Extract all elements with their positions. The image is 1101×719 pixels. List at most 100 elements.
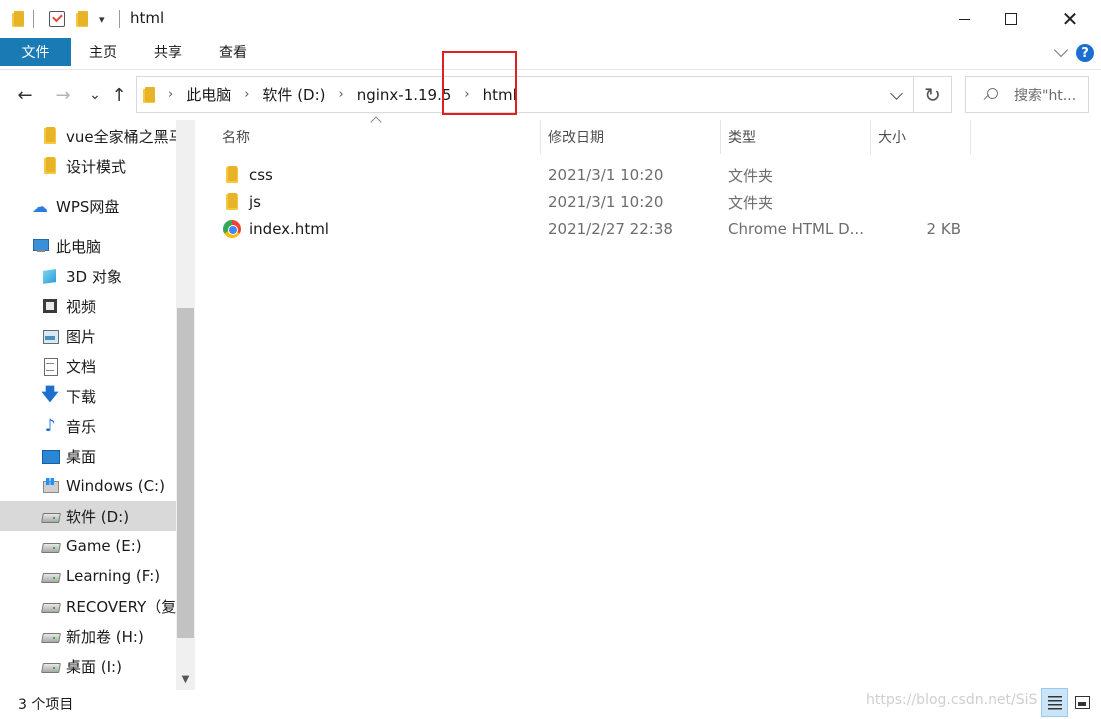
table-row[interactable]: js 2021/3/1 10:20 文件夹 — [216, 189, 976, 215]
sidebar-item-label: vue全家桶之黑马 — [66, 127, 176, 146]
sidebar-item-label: 桌面 (I:) — [66, 657, 122, 676]
document-icon — [41, 357, 59, 376]
breadcrumb-this-pc[interactable]: 此电脑 — [184, 84, 233, 105]
navigation-bar: ← → ⌄ ↑ › 此电脑 › 软件 (D:) › nginx-1.19.5 ›… — [0, 70, 1101, 120]
column-header-name[interactable]: 名称 — [215, 120, 540, 154]
large-icons-view-icon — [1075, 696, 1090, 709]
tab-file[interactable]: 文件 — [0, 38, 71, 66]
sidebar-item-documents[interactable]: 文档 — [0, 351, 176, 381]
table-row[interactable]: index.html 2021/2/27 22:38 Chrome HTML D… — [216, 216, 976, 242]
folder-icon — [223, 193, 241, 211]
pictures-icon — [41, 327, 59, 345]
new-folder-icon[interactable] — [76, 9, 90, 29]
sidebar-item-label: RECOVERY（复 — [66, 597, 176, 616]
sidebar-item-drive-i[interactable]: 桌面 (I:) — [0, 651, 176, 681]
desktop-icon — [41, 447, 60, 465]
file-list: 名称 修改日期 类型 大小 css 2021/3/1 10:20 文件夹 js … — [196, 116, 1101, 690]
details-view-button[interactable] — [1041, 688, 1068, 717]
help-icon: ? — [1076, 44, 1094, 62]
tab-view[interactable]: 查看 — [210, 38, 256, 66]
sidebar-item-wps-cloud[interactable]: ☁ WPS网盘 — [0, 191, 176, 221]
sidebar-item-drive-e[interactable]: Game (E:) — [0, 531, 176, 561]
address-history-chevron-icon[interactable] — [890, 87, 903, 100]
sidebar-item-pictures[interactable]: 图片 — [0, 321, 176, 351]
minimize-button[interactable] — [941, 0, 987, 38]
sidebar-item-label: 文档 — [66, 357, 97, 376]
sidebar-item-music[interactable]: ♪ 音乐 — [0, 411, 176, 441]
folder-icon — [143, 86, 157, 103]
sidebar-item-label: Windows (C:) — [66, 477, 165, 495]
arrow-left-icon: ← — [17, 84, 33, 106]
sidebar-item-recovery[interactable]: RECOVERY（复 — [0, 591, 176, 621]
properties-icon[interactable] — [49, 9, 65, 29]
folder-icon — [41, 127, 56, 145]
folder-icon — [223, 166, 241, 184]
sidebar-item-this-pc[interactable]: 此电脑 — [0, 231, 176, 261]
sidebar-item-drive-d[interactable]: 软件 (D:) — [0, 501, 176, 531]
folder-icon — [12, 9, 26, 29]
scrollbar-thumb[interactable] — [177, 308, 194, 638]
breadcrumb-separator-icon[interactable]: › — [339, 87, 344, 102]
search-input[interactable]: 搜索"ht... — [1014, 85, 1076, 105]
file-date: 2021/3/1 10:20 — [548, 166, 664, 184]
refresh-button[interactable]: ↻ — [914, 76, 952, 113]
expand-ribbon-button[interactable] — [1053, 42, 1069, 58]
customize-toolbar-chevron-icon[interactable]: ▾ — [99, 9, 105, 29]
sidebar-item-videos[interactable]: 视频 — [0, 291, 176, 321]
sidebar-item-design-patterns[interactable]: 设计模式 — [0, 151, 176, 181]
search-box[interactable]: 搜索"ht... — [965, 76, 1089, 113]
sidebar-item-downloads[interactable]: 🡇 下载 — [0, 381, 176, 411]
drive-icon — [41, 567, 59, 585]
drive-icon — [41, 507, 59, 525]
breadcrumb-separator-icon[interactable]: › — [244, 87, 249, 102]
sidebar-item-label: Game (E:) — [66, 537, 142, 555]
3d-objects-icon — [41, 267, 59, 285]
tab-share[interactable]: 共享 — [145, 38, 191, 66]
address-bar[interactable]: › 此电脑 › 软件 (D:) › nginx-1.19.5 › html — [136, 76, 914, 113]
file-name: js — [249, 193, 261, 211]
maximize-icon — [1005, 13, 1017, 25]
file-type: Chrome HTML D... — [728, 220, 864, 238]
large-icons-view-button[interactable] — [1069, 688, 1096, 717]
item-count: 3 个项目 — [18, 697, 74, 713]
sidebar-scrollbar[interactable]: ▼ — [176, 120, 195, 690]
sidebar-item-label: WPS网盘 — [56, 197, 120, 216]
sidebar-item-label: 3D 对象 — [66, 267, 122, 286]
back-button[interactable]: ← — [12, 82, 38, 108]
close-icon: ✕ — [1061, 7, 1079, 31]
sidebar-item-drive-f[interactable]: Learning (F:) — [0, 561, 176, 591]
file-size: 2 KB — [926, 220, 961, 238]
windows-drive-icon — [41, 477, 59, 495]
sidebar-item-desktop[interactable]: 桌面 — [0, 441, 176, 471]
breadcrumb-nginx[interactable]: nginx-1.19.5 — [355, 86, 454, 104]
column-header-size[interactable]: 大小 — [871, 120, 970, 154]
sidebar-item-vue-folder[interactable]: vue全家桶之黑马 — [0, 121, 176, 151]
sidebar-item-drive-h[interactable]: 新加卷 (H:) — [0, 621, 176, 651]
scroll-down-chevron-icon[interactable]: ▼ — [176, 669, 195, 689]
title-bar: ▾ html ✕ — [0, 0, 1101, 38]
up-button[interactable]: ↑ — [106, 82, 132, 108]
sidebar-item-label: 下载 — [66, 387, 97, 406]
sidebar-item-label: 设计模式 — [66, 157, 127, 176]
maximize-button[interactable] — [988, 0, 1034, 38]
breadcrumb-drive-d[interactable]: 软件 (D:) — [260, 84, 327, 105]
table-row[interactable]: css 2021/3/1 10:20 文件夹 — [216, 162, 976, 188]
file-size — [878, 189, 961, 215]
sidebar-item-label: Learning (F:) — [66, 567, 161, 585]
breadcrumb-separator-icon[interactable]: › — [168, 87, 173, 102]
sidebar-item-label: 图片 — [66, 327, 97, 346]
separator — [33, 10, 34, 28]
column-header-type[interactable]: 类型 — [721, 120, 870, 154]
close-button[interactable]: ✕ — [1047, 0, 1093, 38]
ribbon: 文件 主页 共享 查看 ? — [0, 38, 1101, 70]
column-divider[interactable] — [970, 120, 971, 154]
sidebar-item-label: 音乐 — [66, 417, 97, 436]
column-header-date-modified[interactable]: 修改日期 — [541, 120, 720, 154]
recent-locations-button[interactable]: ⌄ — [82, 82, 108, 108]
tab-home[interactable]: 主页 — [80, 38, 126, 66]
forward-button[interactable]: → — [50, 82, 76, 108]
sidebar-item-3d-objects[interactable]: 3D 对象 — [0, 261, 176, 291]
sidebar-item-drive-c[interactable]: Windows (C:) — [0, 471, 176, 501]
watermark-text: https://blog.csdn.net/SiS — [866, 692, 1038, 708]
help-button[interactable]: ? — [1076, 44, 1094, 62]
